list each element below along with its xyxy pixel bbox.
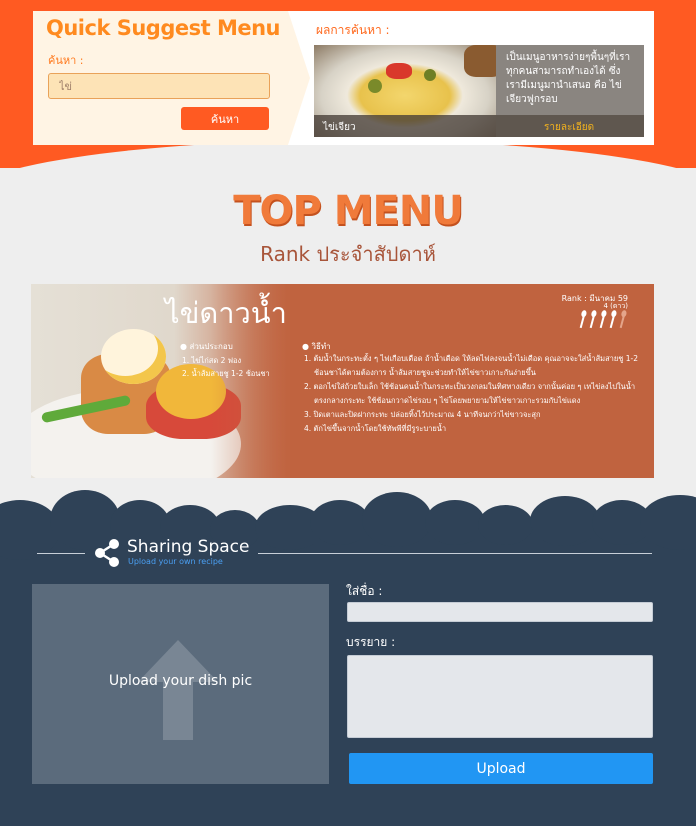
recipe-name-input[interactable] xyxy=(347,602,653,622)
search-label: ค้นหา : xyxy=(48,54,84,67)
method-step: 3. ปิดเตาและปิดฝากระทะ ปล่อยทิ้งไว้ประมา… xyxy=(304,410,541,419)
quick-suggest-arrow-shape xyxy=(288,11,310,145)
featured-recipe-banner[interactable]: ไข่ดาวน้ำ Rank : มีนาคม 59 4 (ดาว) ● ส่ว… xyxy=(31,284,654,478)
name-label: ใส่ชื่อ : xyxy=(346,584,383,598)
quick-suggest-title: Quick Suggest Menu xyxy=(46,16,281,40)
description-label: บรรยาย : xyxy=(346,635,396,649)
method-step: 2. ตอกไข่ใส่ถ้วยใบเล็ก ใช้ช้อนคนน้ำในกระ… xyxy=(304,382,636,405)
result-caption-bar: ไข่เจียว รายละเอียด xyxy=(314,115,644,137)
ingredient-item: 2. น้ำส้มสายชู 1-2 ช้อนชา xyxy=(182,369,270,378)
upload-button[interactable]: Upload xyxy=(349,753,653,784)
featured-dish-title: ไข่ดาวน้ำ xyxy=(165,296,287,330)
spoon-rating xyxy=(579,310,626,328)
divider-line xyxy=(258,553,652,554)
search-button[interactable]: ค้นหา xyxy=(181,107,269,130)
spoon-rating-icon xyxy=(617,309,628,328)
method-list: 1. ต้มน้ำในกระทะตั้ง ๆ ไฟเกือบเดือด ถ้าน… xyxy=(304,352,644,436)
sharing-space-subtitle: Upload your own recipe xyxy=(128,557,223,566)
upload-prompt: Upload your dish pic xyxy=(108,673,253,689)
search-input[interactable] xyxy=(48,73,270,99)
sharing-space-title: Sharing Space xyxy=(127,537,250,557)
top-menu-title: TOP MENU xyxy=(233,188,464,234)
recipe-description-input[interactable] xyxy=(347,655,653,738)
top-menu-subtitle: Rank ประจำสัปดาห์ xyxy=(260,242,436,266)
ingredient-item: 1. ไข่ไก่สด 2 ฟอง xyxy=(182,356,242,365)
method-step: 1. ต้มน้ำในกระทะตั้ง ๆ ไฟเกือบเดือด ถ้าน… xyxy=(304,354,639,377)
divider-line xyxy=(37,553,85,554)
share-icon xyxy=(95,539,119,567)
search-results-label: ผลการค้นหา : xyxy=(316,23,390,37)
search-result-card[interactable]: เป็นเมนูอาหารง่ายๆพื้นๆที่เราทุกคนสามารถ… xyxy=(314,45,644,137)
ingredients-list: 1. ไข่ไก่สด 2 ฟอง 2. น้ำส้มสายชู 1-2 ช้อ… xyxy=(182,354,270,380)
ingredients-heading: ● ส่วนประกอบ xyxy=(180,342,233,351)
result-description: เป็นเมนูอาหารง่ายๆพื้นๆที่เราทุกคนสามารถ… xyxy=(496,45,644,115)
method-step: 4. ตักไข่ขึ้นจากน้ำโดยใช้ทัพพีที่มีรูระบ… xyxy=(304,424,447,433)
quick-suggest-panel: Quick Suggest Menu ค้นหา : ค้นหา ผลการค้… xyxy=(33,11,654,145)
result-detail-link[interactable]: รายละเอียด xyxy=(544,120,594,135)
result-dish-name: ไข่เจียว xyxy=(323,122,356,133)
upload-arrow-icon xyxy=(138,640,218,740)
